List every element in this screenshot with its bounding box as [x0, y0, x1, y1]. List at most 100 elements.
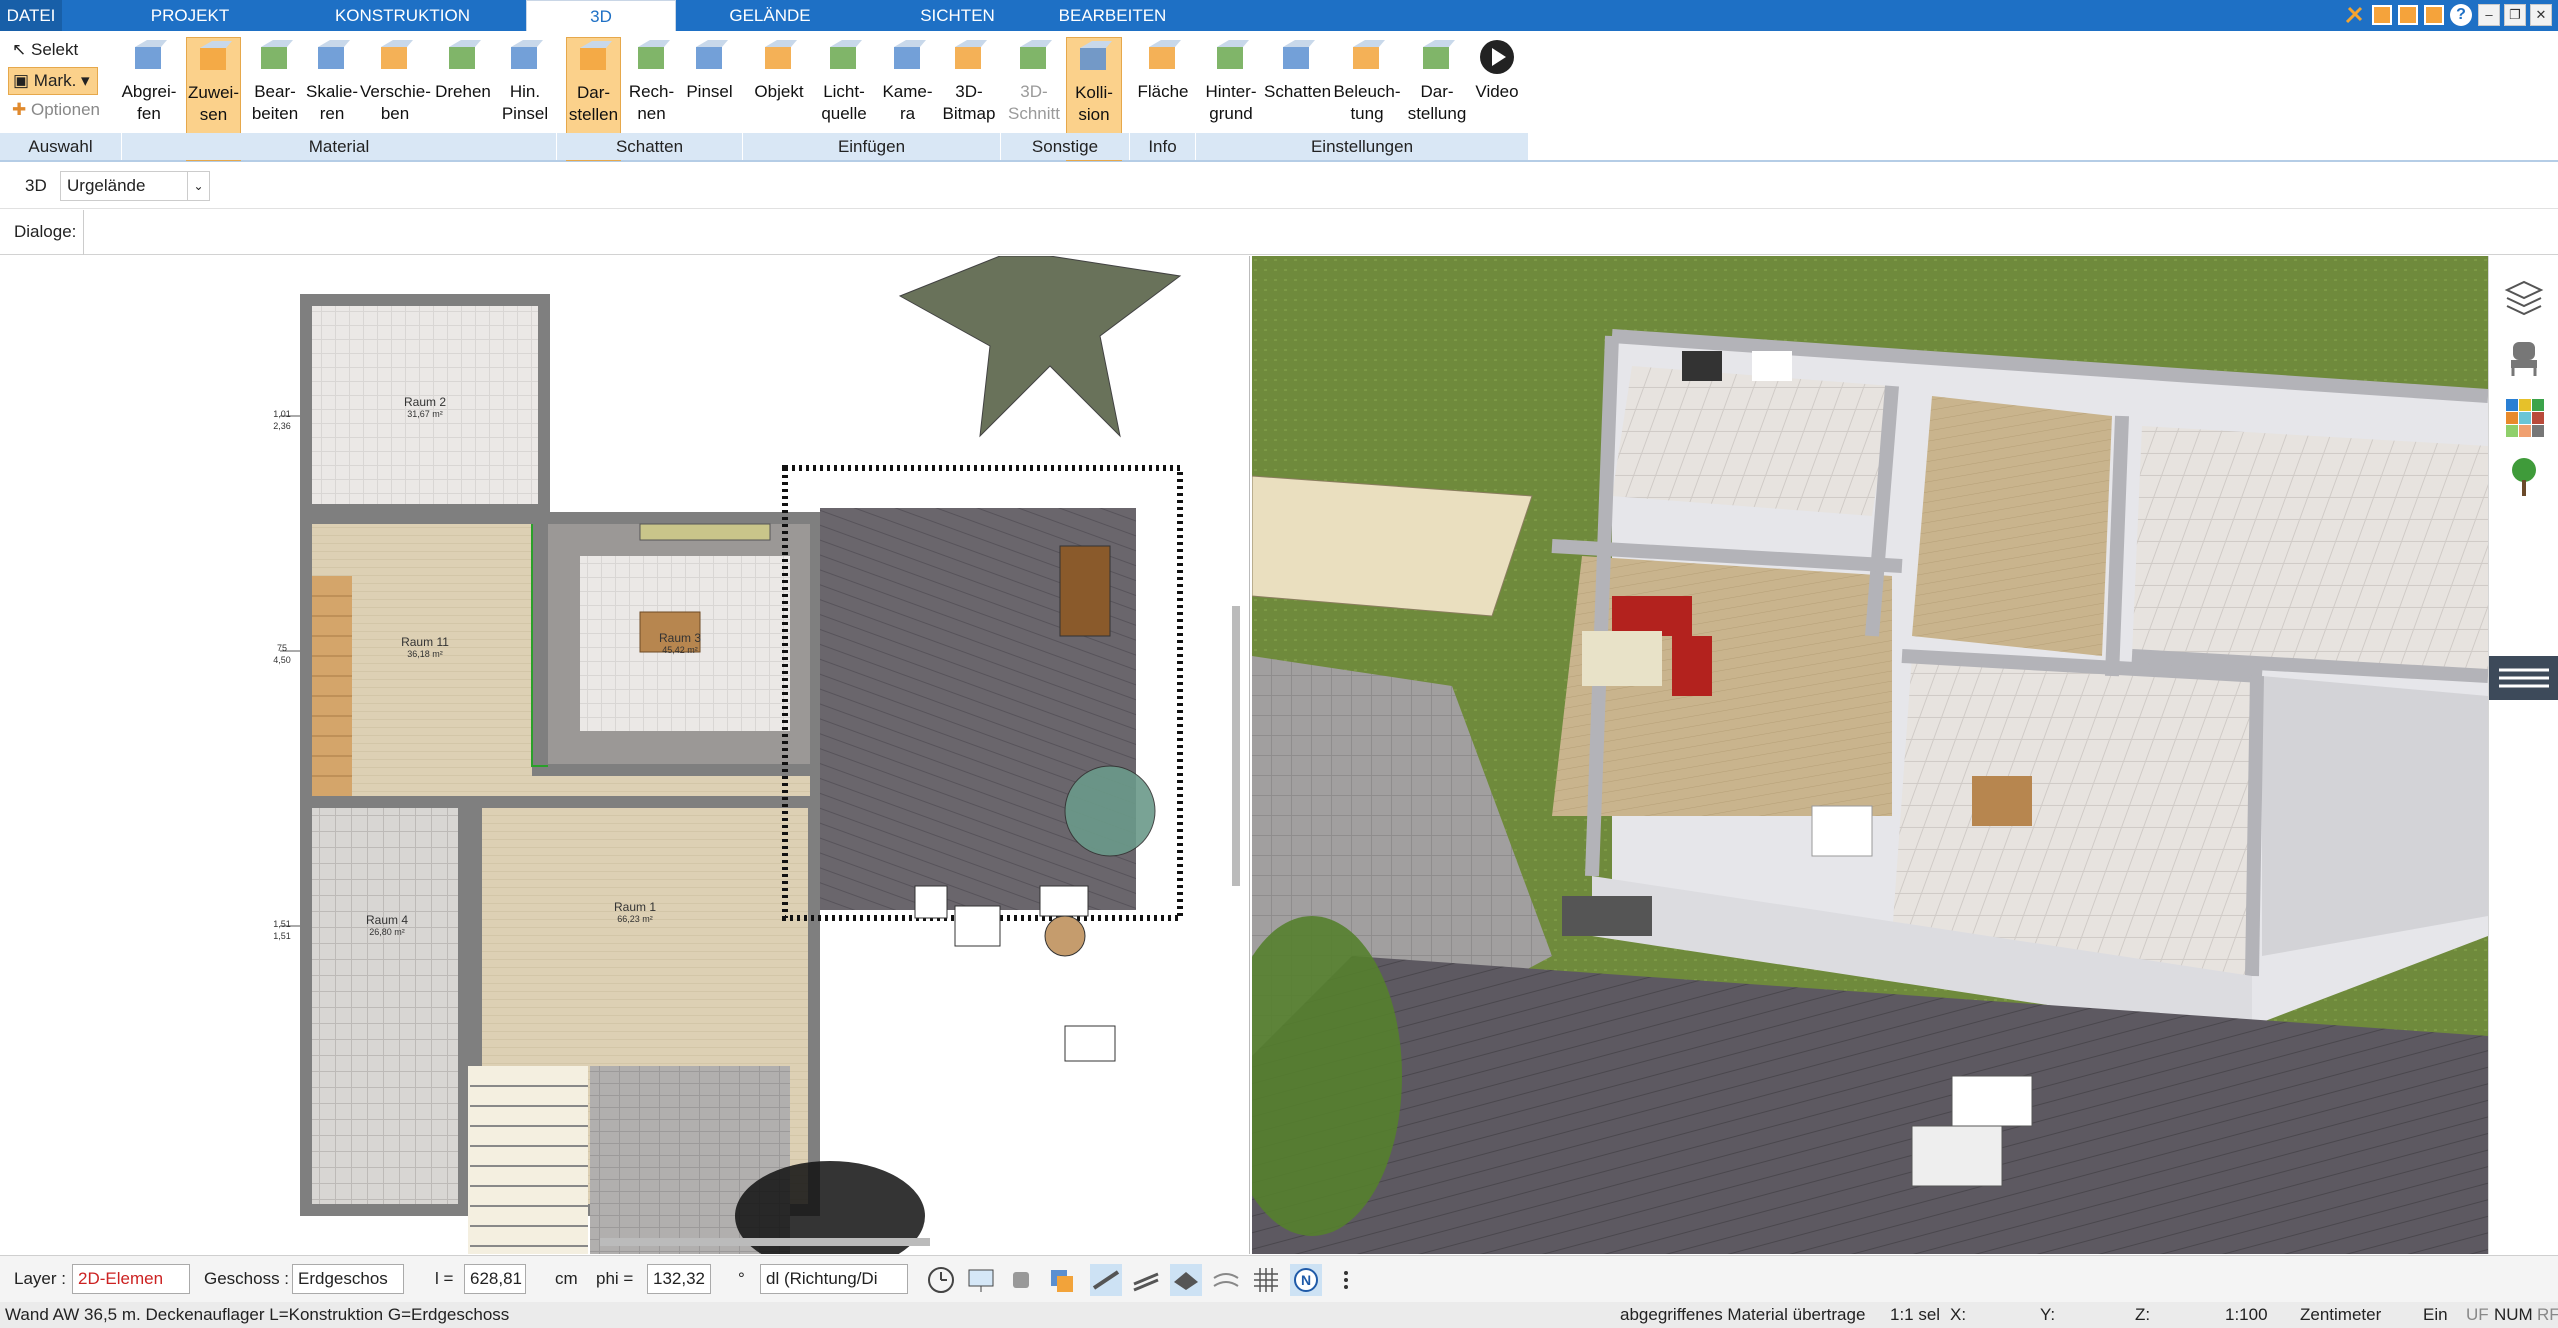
select-button[interactable]: ↖ Selekt [8, 37, 78, 65]
more-icon[interactable] [1330, 1264, 1362, 1296]
grid-icon[interactable] [1250, 1264, 1282, 1296]
length-input[interactable]: 628,81 [464, 1264, 526, 1294]
layout-icon[interactable] [2372, 5, 2392, 25]
close-icon[interactable]: ✕ [2530, 4, 2552, 26]
dim-value: 4,50 [273, 655, 291, 665]
background-icon [1211, 37, 1251, 77]
layer-dropdown[interactable]: 2D-Elemen [72, 1264, 190, 1294]
length-value: 628,81 [470, 1269, 522, 1288]
room-label-2: Raum 2 31,67 m² [390, 396, 460, 420]
surface-icon[interactable] [1210, 1264, 1242, 1296]
copy-icon[interactable] [1045, 1264, 1077, 1296]
north-icon[interactable]: N [1290, 1264, 1322, 1296]
status-ein: Ein [2423, 1305, 2448, 1324]
grid-icon[interactable] [2424, 5, 2444, 25]
materials-icon[interactable] [2501, 394, 2547, 440]
ribbon-button-label: Objekt [754, 82, 804, 101]
restore-icon[interactable]: ❐ [2504, 4, 2526, 26]
shadow-cube-icon [574, 38, 614, 78]
ribbon-button-label: Abgrei- [121, 82, 177, 101]
calculate-shadow-icon [632, 37, 672, 77]
group-schatten: Schatten [557, 133, 743, 160]
ribbon-button-label: Schatten [1264, 82, 1332, 101]
ribbon-button-label: tung [1350, 104, 1384, 123]
svg-text:N: N [1301, 1272, 1311, 1288]
length-label: l = [435, 1269, 454, 1288]
status-uf: UF [2466, 1305, 2489, 1324]
house-shadow-icon [1277, 37, 1317, 77]
view-prefix: 3D [25, 176, 47, 195]
object-icon [759, 37, 799, 77]
room-name: Raum 4 [365, 913, 409, 927]
ribbon-button-label: Verschie- [360, 82, 431, 101]
status-y: Y: [2040, 1305, 2056, 1324]
move-icon [375, 37, 415, 77]
room-area: 31,67 m² [407, 409, 443, 419]
phi-label: phi = [596, 1269, 634, 1288]
menu-icon[interactable] [2489, 656, 2558, 700]
wall-icon[interactable] [1090, 1264, 1122, 1296]
tools-icon[interactable] [2343, 4, 2367, 26]
robot-icon[interactable] [1005, 1264, 1037, 1296]
mark-icon: ▣ [13, 71, 30, 90]
ribbon-button-label: ben [380, 104, 410, 123]
clock-icon[interactable] [925, 1264, 957, 1296]
ribbon-button-label: Skalie- [306, 82, 358, 101]
tree-icon[interactable] [2501, 454, 2547, 500]
room-area: 26,80 m² [369, 927, 405, 937]
floor-icon[interactable] [1170, 1264, 1202, 1296]
dim-label: 1,01 2,36 [270, 408, 294, 432]
chair-icon[interactable] [2501, 334, 2547, 380]
length-unit: cm [555, 1269, 578, 1288]
tab-bearbeiten[interactable]: BEARBEITEN [1055, 0, 1170, 31]
tab-3d[interactable]: 3D [526, 0, 676, 32]
tab-konstruktion[interactable]: KONSTRUKTION [320, 0, 485, 31]
dim-value: 1,51 [273, 919, 291, 929]
hatch-icon[interactable] [1130, 1264, 1162, 1296]
window-icon[interactable] [2398, 5, 2418, 25]
ribbon-button-label: Fläche [1137, 82, 1189, 101]
3d-house-render [1252, 256, 2488, 1254]
layer-value: 2D-Elemen [78, 1269, 164, 1288]
ribbon-button-label: Rech- [628, 82, 675, 101]
room-name: Raum 3 [658, 631, 702, 645]
floor-dropdown[interactable]: Erdgeschos [292, 1264, 404, 1294]
floor-value: Erdgeschos [298, 1269, 388, 1288]
divider [83, 210, 84, 255]
display-icon [1417, 37, 1457, 77]
tab-datei[interactable]: DATEI [0, 0, 62, 31]
tab-sichten[interactable]: SICHTEN [905, 0, 1010, 31]
dim-value: 1,51 [273, 931, 291, 941]
options-label: Optionen [30, 100, 100, 119]
terrain-dropdown-value: Urgelände [67, 176, 146, 195]
mark-label: Mark. [33, 71, 77, 90]
ribbon-button-label: Pinsel [501, 104, 549, 123]
group-sonstige: Sonstige [1001, 133, 1130, 160]
ribbon-button-label: Licht- [823, 82, 865, 101]
status-unit: Zentimeter [2300, 1305, 2382, 1324]
ribbon-button-label: 3D- [955, 82, 983, 101]
phi-input[interactable]: 132,32 [647, 1264, 711, 1294]
status-rf: RF [2537, 1305, 2558, 1324]
terrain-dropdown[interactable]: Urgelände ⌄ [60, 171, 210, 201]
light-bulb-icon [824, 37, 864, 77]
ribbon-button-label: Video [1475, 82, 1519, 101]
minimize-icon[interactable]: – [2478, 4, 2500, 26]
layers-icon[interactable] [2501, 274, 2547, 320]
ribbon-button-label: Bitmap [942, 104, 996, 123]
options-button[interactable]: ✚ Optionen [8, 97, 100, 125]
floor-plan-view[interactable]: Raum 2 31,67 m² Raum 11 36,18 m² Raum 3 45,… [0, 256, 1250, 1254]
tab-gelaende[interactable]: GELÄNDE [720, 0, 820, 31]
edit-material-icon [255, 37, 295, 77]
ribbon-button-label: Beleuch- [1333, 82, 1401, 101]
direction-dropdown[interactable]: dl (Richtung/Di [760, 1264, 908, 1294]
ribbon-button-label: ren [319, 104, 345, 123]
scale-icon [312, 37, 352, 77]
monitor-icon[interactable] [965, 1264, 997, 1296]
ribbon-button-label: 3D- [1020, 82, 1048, 101]
mark-button[interactable]: ▣ Mark. ▾ [8, 67, 98, 95]
tab-projekt[interactable]: PROJEKT [130, 0, 250, 31]
floor-label: Geschoss : [204, 1269, 290, 1288]
3d-view[interactable] [1252, 256, 2488, 1254]
help-icon[interactable]: ? [2450, 4, 2472, 26]
